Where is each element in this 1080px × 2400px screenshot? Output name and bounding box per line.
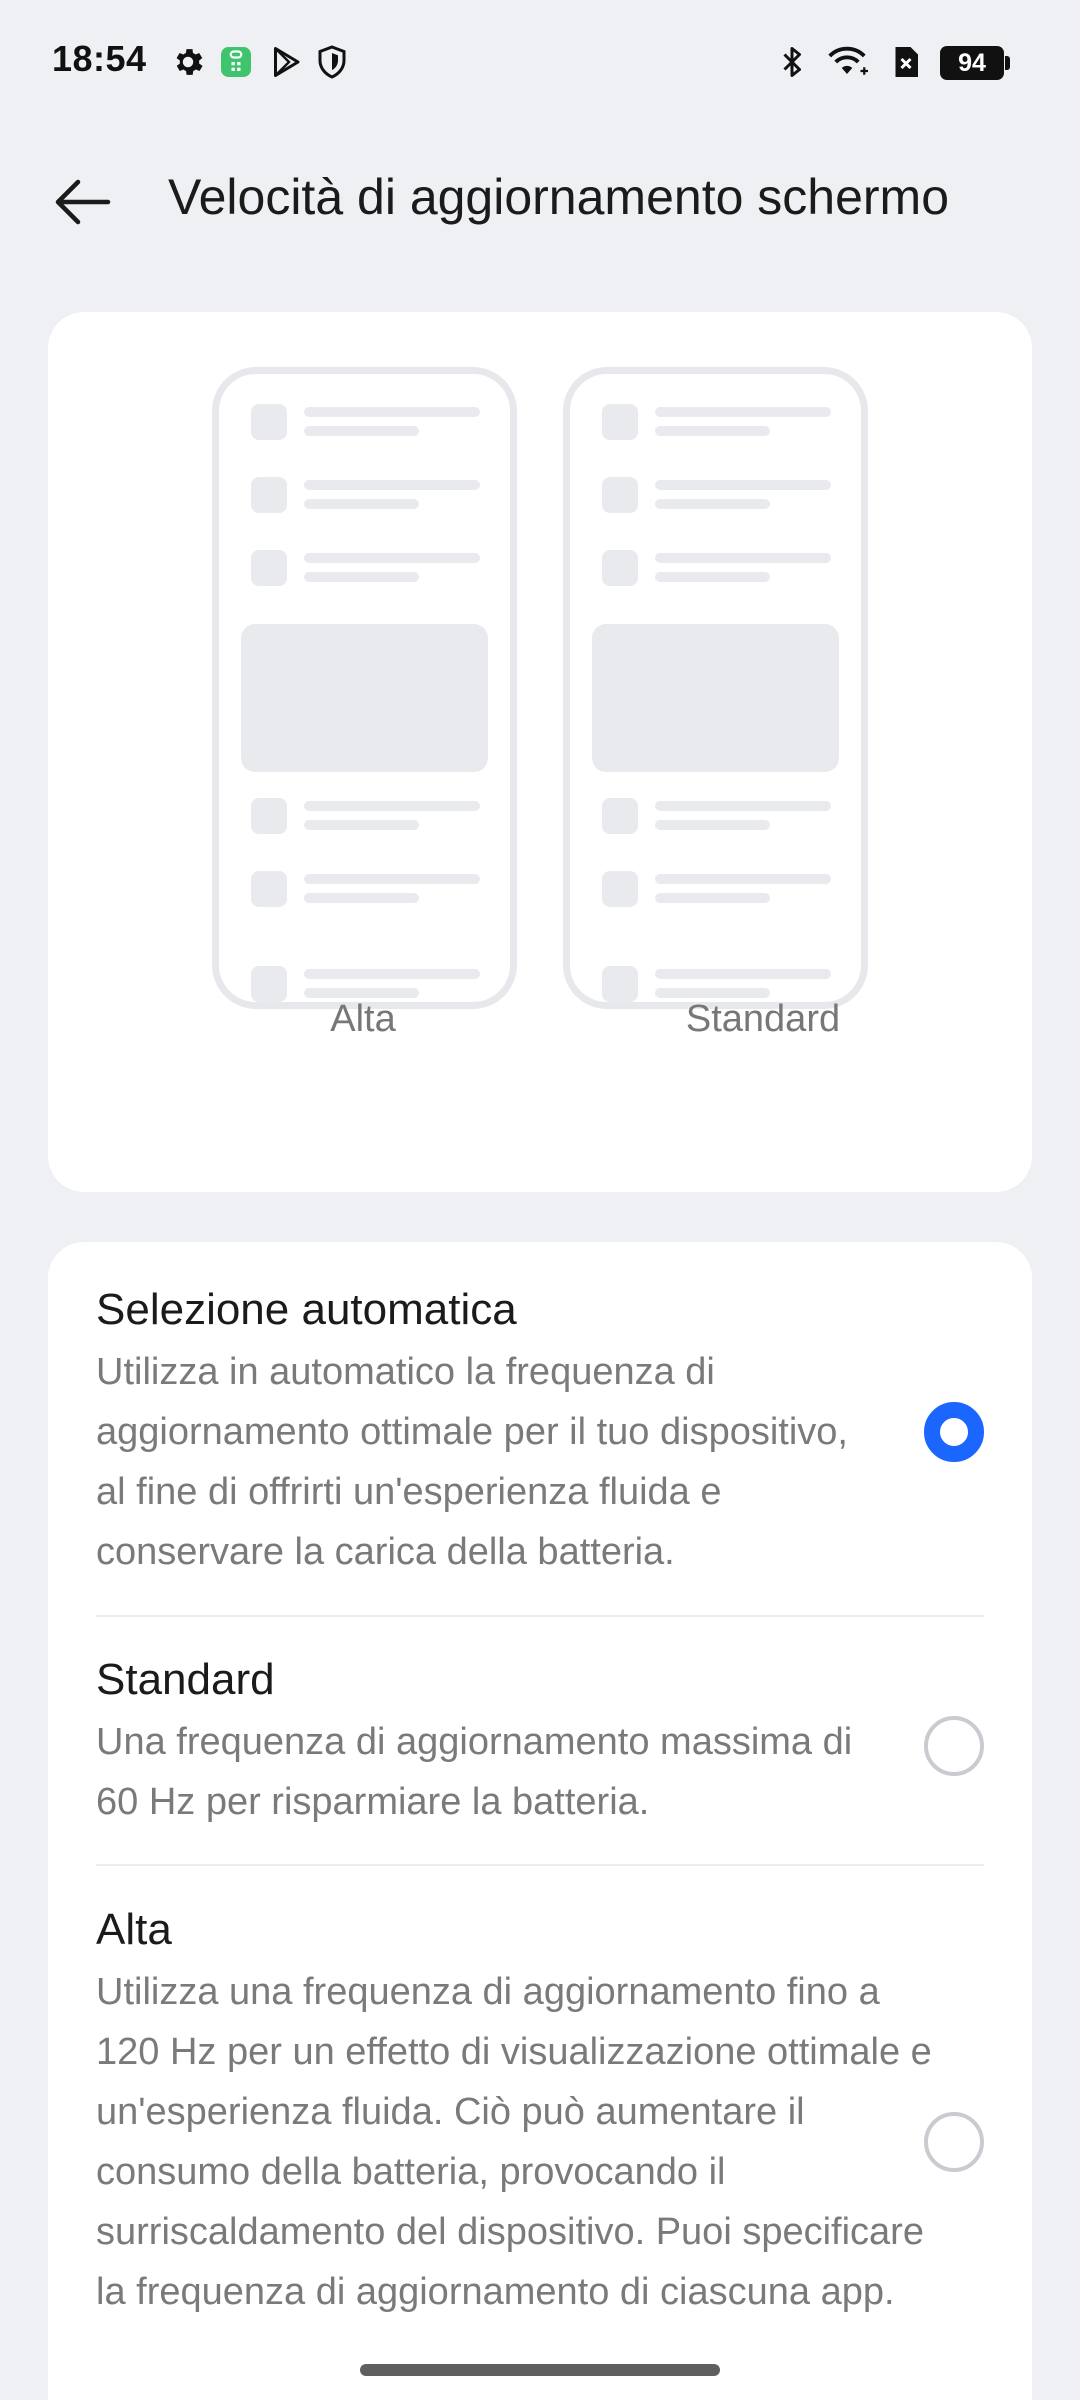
header: Velocità di aggiornamento schermo (0, 150, 1080, 250)
wifi-icon (822, 44, 872, 80)
placeholder-row (251, 798, 491, 838)
option-title: Standard (96, 1655, 275, 1704)
screen: 18:54 94 Velocità di aggiornamento scher… (0, 0, 1080, 2400)
placeholder-row (251, 404, 491, 444)
placeholder-block (241, 624, 488, 772)
placeholder-row (251, 477, 491, 517)
placeholder-row (602, 871, 842, 911)
app-store-icon (218, 44, 254, 80)
placeholder-row (602, 798, 842, 838)
divider (96, 1864, 984, 1866)
preview-label-alta: Alta (330, 998, 396, 1040)
page-title: Velocità di aggiornamento schermo (168, 169, 950, 225)
option-alta[interactable]: Alta Utilizza una frequenza di aggiornam… (96, 1902, 984, 2382)
option-description: Una frequenza di aggiornamento massima d… (96, 1721, 853, 1823)
radio-standard[interactable] (924, 1716, 984, 1776)
placeholder-block (592, 624, 839, 772)
option-automatic[interactable]: Selezione automatica Utilizza in automat… (96, 1282, 984, 1582)
back-button[interactable] (44, 164, 120, 240)
gear-icon (170, 44, 206, 80)
option-standard[interactable]: Standard Una frequenza di aggiornamento … (96, 1652, 984, 1832)
home-indicator[interactable] (360, 2364, 720, 2376)
option-description: Utilizza una frequenza di aggiornamento … (96, 1971, 932, 2313)
placeholder-row (602, 550, 842, 590)
placeholder-row (602, 404, 842, 444)
bluetooth-icon (774, 44, 810, 80)
play-store-icon (268, 44, 304, 80)
radio-automatic[interactable] (924, 1402, 984, 1462)
arrow-left-icon (55, 179, 111, 225)
placeholder-row (251, 871, 491, 911)
no-sim-icon (888, 44, 924, 80)
radio-alta[interactable] (924, 2112, 984, 2172)
preview-card: Alta Standard (48, 312, 1032, 1192)
phone-preview-standard[interactable] (563, 367, 868, 1009)
status-bar: 18:54 94 (0, 0, 1080, 125)
status-time: 18:54 (52, 38, 147, 79)
options-card: Selezione automatica Utilizza in automat… (48, 1242, 1032, 2400)
divider (96, 1615, 984, 1617)
placeholder-row (602, 477, 842, 517)
option-title: Selezione automatica (96, 1285, 517, 1334)
option-title: Alta (96, 1905, 172, 1954)
battery-indicator: 94 (940, 46, 1010, 80)
placeholder-row (251, 550, 491, 590)
shield-icon (314, 44, 350, 80)
phone-preview-alta[interactable] (212, 367, 517, 1009)
option-description: Utilizza in automatico la frequenza di a… (96, 1351, 848, 1573)
preview-label-standard: Standard (685, 998, 841, 1040)
